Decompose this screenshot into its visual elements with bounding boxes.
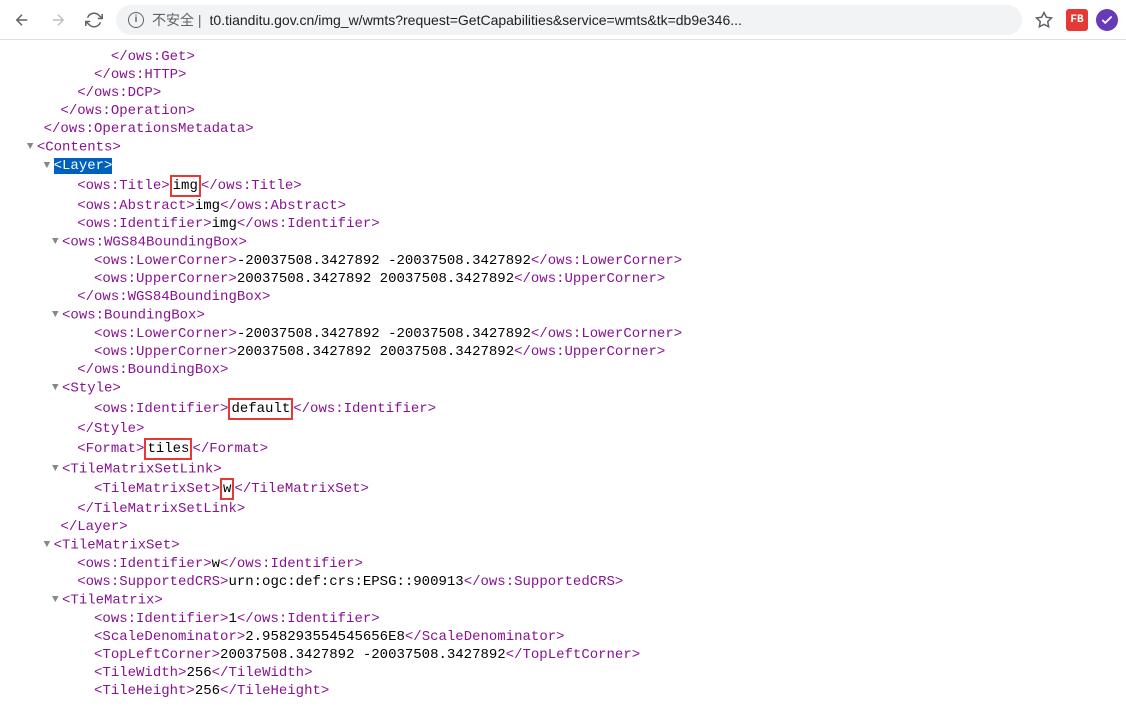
xml-line[interactable]: ▼<TileMatrixSet> [10, 536, 1126, 555]
xml-line[interactable]: ▼<ows:WGS84BoundingBox> [10, 233, 1126, 252]
xml-line[interactable]: </TileMatrixSetLink> [10, 500, 1126, 518]
toggle-icon[interactable]: ▼ [52, 460, 62, 478]
xml-line[interactable]: </Layer> [10, 518, 1126, 536]
xml-line[interactable]: </ows:DCP> [10, 84, 1126, 102]
xml-line[interactable]: </ows:WGS84BoundingBox> [10, 288, 1126, 306]
xml-line[interactable]: <ows:LowerCorner>-20037508.3427892 -2003… [10, 252, 1126, 270]
browser-toolbar: i 不安全 | t0.tianditu.gov.cn/img_w/wmts?re… [0, 0, 1126, 40]
xml-line[interactable]: <TileHeight>256</TileHeight> [10, 682, 1126, 700]
back-button[interactable] [8, 6, 36, 34]
xml-line[interactable]: </ows:HTTP> [10, 66, 1126, 84]
xml-line[interactable]: <ows:LowerCorner>-20037508.3427892 -2003… [10, 325, 1126, 343]
toggle-icon[interactable]: ▼ [52, 591, 62, 609]
xml-line[interactable]: </Style> [10, 420, 1126, 438]
selected-tag: <Layer> [54, 158, 113, 174]
toggle-icon[interactable]: ▼ [27, 138, 37, 156]
xml-line[interactable]: ▼<TileMatrixSetLink> [10, 460, 1126, 479]
toggle-icon[interactable]: ▼ [52, 379, 62, 397]
xml-line[interactable]: <ows:UpperCorner>20037508.3427892 200375… [10, 270, 1126, 288]
url-text: t0.tianditu.gov.cn/img_w/wmts?request=Ge… [210, 12, 742, 28]
xml-line[interactable]: </ows:Get> [10, 48, 1126, 66]
extension-icon[interactable] [1096, 9, 1118, 31]
toggle-icon[interactable]: ▼ [52, 306, 62, 324]
info-icon: i [128, 12, 144, 28]
highlight: default [228, 398, 293, 420]
xml-line[interactable]: <TopLeftCorner>20037508.3427892 -2003750… [10, 646, 1126, 664]
bookmark-button[interactable] [1030, 6, 1058, 34]
highlight: w [220, 478, 234, 500]
toggle-icon[interactable]: ▼ [44, 157, 54, 175]
highlight: img [170, 175, 201, 197]
xml-line[interactable]: <Format>tiles</Format> [10, 438, 1126, 460]
extension-icon[interactable]: FB [1066, 9, 1088, 31]
xml-line[interactable]: <ows:Identifier>w</ows:Identifier> [10, 555, 1126, 573]
forward-button[interactable] [44, 6, 72, 34]
xml-line[interactable]: <ows:Title>img</ows:Title> [10, 175, 1126, 197]
xml-line[interactable]: ▼<Contents> [10, 138, 1126, 157]
xml-viewer: </ows:Get> </ows:HTTP> </ows:DCP> </ows:… [0, 40, 1126, 710]
xml-line[interactable]: <ows:SupportedCRS>urn:ogc:def:crs:EPSG::… [10, 573, 1126, 591]
xml-line[interactable]: </ows:BoundingBox> [10, 361, 1126, 379]
url-bar[interactable]: i 不安全 | t0.tianditu.gov.cn/img_w/wmts?re… [116, 5, 1022, 35]
xml-line[interactable]: <TileWidth>256</TileWidth> [10, 664, 1126, 682]
xml-line[interactable]: ▼<Layer> [10, 157, 1126, 176]
xml-line[interactable]: <ows:Identifier>default</ows:Identifier> [10, 398, 1126, 420]
reload-button[interactable] [80, 6, 108, 34]
xml-line[interactable]: <ows:UpperCorner>20037508.3427892 200375… [10, 343, 1126, 361]
xml-line[interactable]: </ows:Operation> [10, 102, 1126, 120]
toggle-icon[interactable]: ▼ [52, 233, 62, 251]
highlight: tiles [144, 438, 192, 460]
xml-line[interactable]: ▼<TileMatrix> [10, 591, 1126, 610]
xml-line[interactable]: <ows:Abstract>img</ows:Abstract> [10, 197, 1126, 215]
xml-line[interactable]: </ows:OperationsMetadata> [10, 120, 1126, 138]
xml-line[interactable]: <ows:Identifier>img</ows:Identifier> [10, 215, 1126, 233]
xml-line[interactable]: ▼<Style> [10, 379, 1126, 398]
toggle-icon[interactable]: ▼ [44, 536, 54, 554]
xml-line[interactable]: <TileMatrixSet>w</TileMatrixSet> [10, 478, 1126, 500]
xml-line[interactable]: ▼<ows:BoundingBox> [10, 306, 1126, 325]
security-label: 不安全 | [152, 10, 202, 30]
xml-line[interactable]: <ScaleDenominator>2.958293554545656E8</S… [10, 628, 1126, 646]
xml-line[interactable]: <ows:Identifier>1</ows:Identifier> [10, 610, 1126, 628]
